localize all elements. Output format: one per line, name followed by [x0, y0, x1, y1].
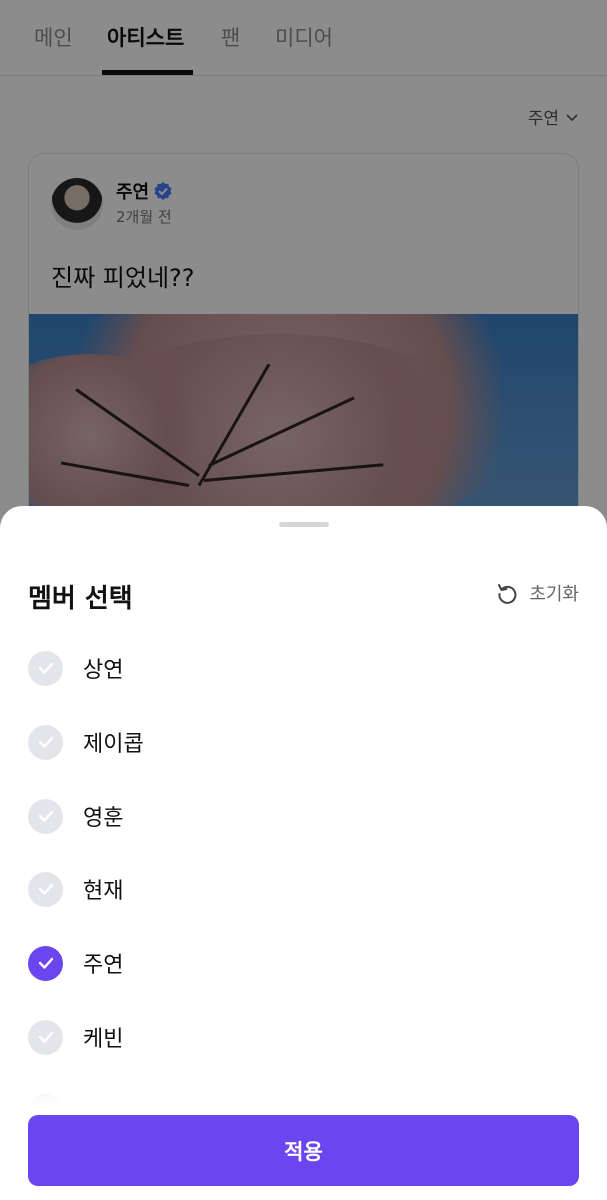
member-option-younghoon[interactable]: 영훈 — [28, 796, 123, 836]
sheet-title: 멤버 선택 — [28, 584, 133, 614]
sheet-drag-handle[interactable] — [279, 522, 329, 527]
member-name: 케빈 — [83, 1027, 124, 1052]
member-checkbox[interactable] — [28, 724, 63, 760]
check-icon — [38, 883, 53, 895]
check-icon — [38, 957, 53, 969]
member-checkbox[interactable] — [28, 650, 63, 686]
member-name: 제이콥 — [83, 732, 144, 757]
check-icon — [38, 1031, 53, 1043]
member-checkbox-checked[interactable] — [28, 945, 63, 981]
apply-button[interactable]: 적용 — [28, 1115, 579, 1186]
member-name: 영훈 — [83, 806, 124, 831]
member-checkbox[interactable] — [28, 1019, 63, 1055]
reset-button[interactable]: 초기화 — [495, 580, 579, 606]
member-checkbox[interactable] — [28, 871, 63, 907]
member-name: 주연 — [83, 953, 124, 978]
member-option-juyeon[interactable]: 주연 — [28, 943, 123, 983]
member-select-sheet: 멤버 선택 초기화 상연 제이콥 영훈 현재 주연 케빈 적용 — [0, 506, 607, 1200]
member-option-sangyeon[interactable]: 상연 — [28, 648, 123, 688]
check-icon — [38, 662, 53, 674]
member-option-jacob[interactable]: 제이콥 — [28, 722, 144, 762]
reset-icon — [498, 584, 517, 604]
member-name: 현재 — [83, 879, 124, 904]
member-name: 상연 — [83, 658, 124, 683]
member-checkbox[interactable] — [28, 798, 63, 834]
member-option-hyunjae[interactable]: 현재 — [28, 869, 123, 909]
check-icon — [38, 810, 53, 822]
member-option-kevin[interactable]: 케빈 — [28, 1017, 123, 1057]
check-icon — [38, 736, 53, 748]
reset-label: 초기화 — [529, 584, 579, 605]
